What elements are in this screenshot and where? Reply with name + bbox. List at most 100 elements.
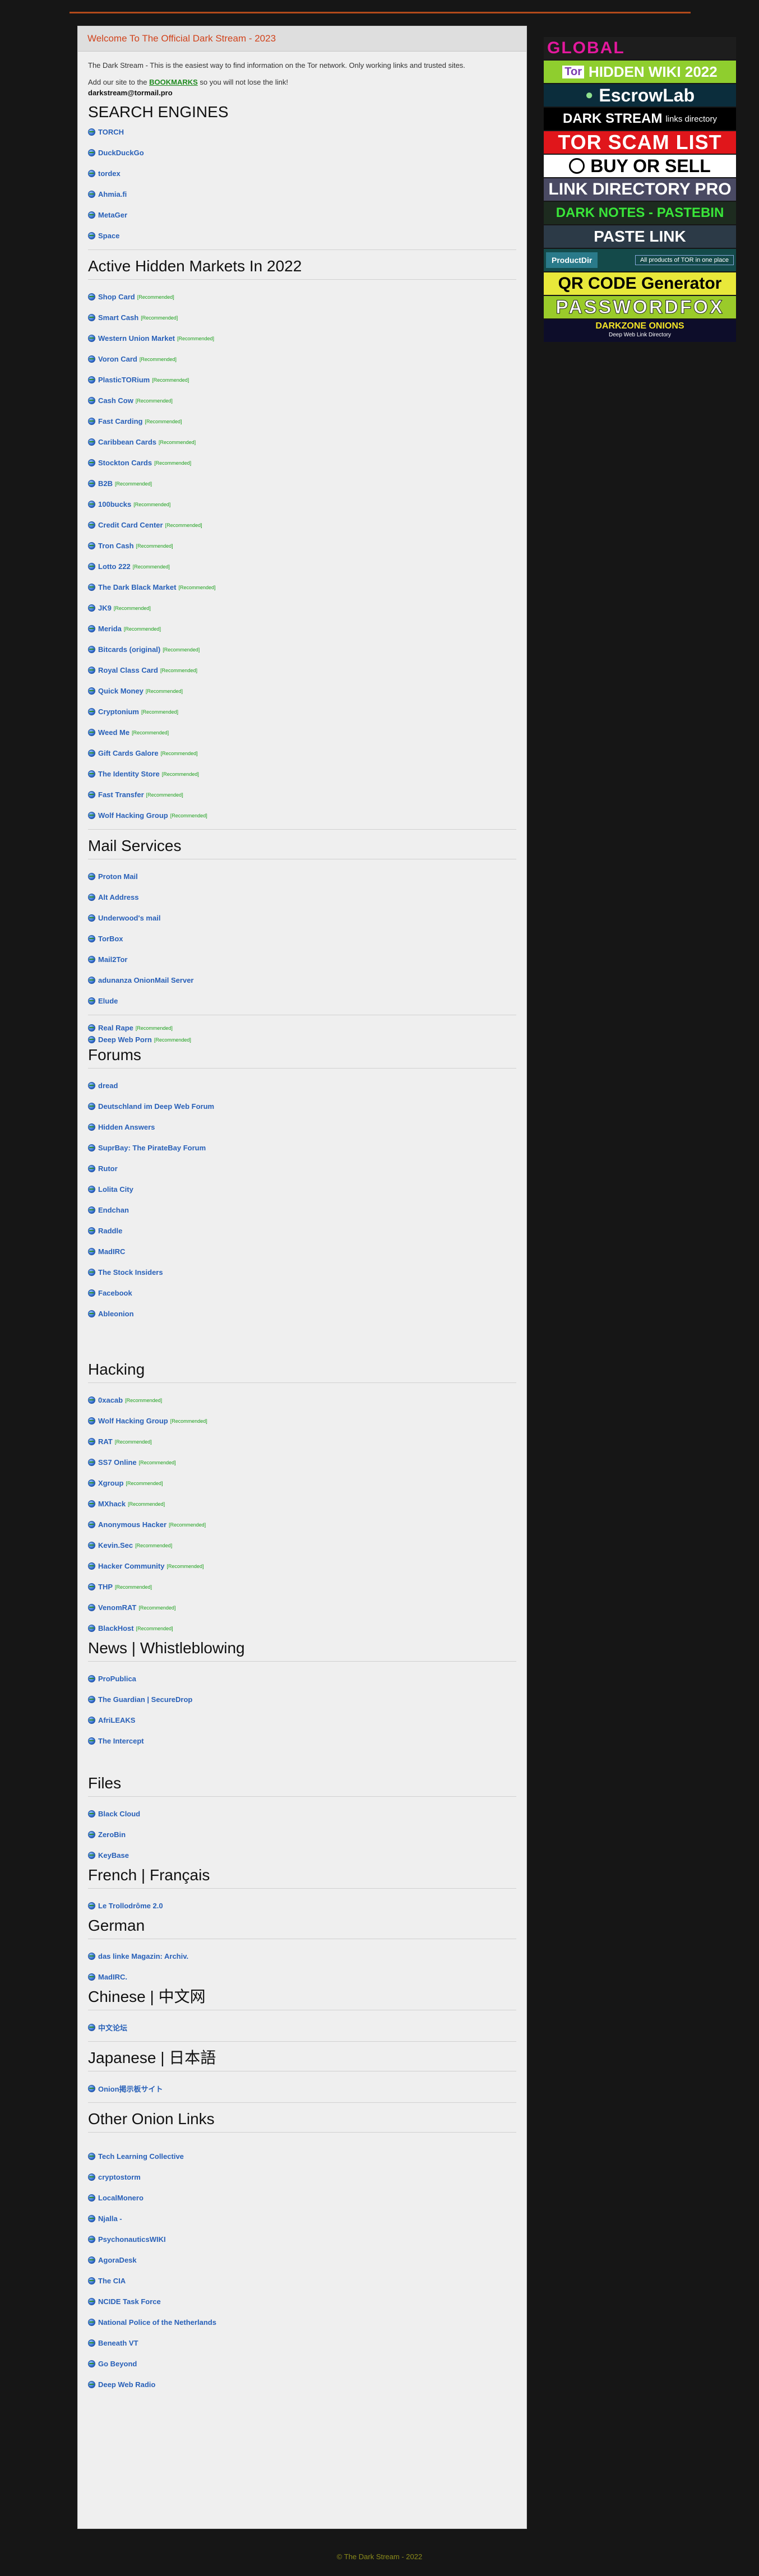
onion-link[interactable]: AfriLEAKS [98, 1716, 135, 1724]
onion-link[interactable]: The Intercept [98, 1737, 144, 1745]
banner-link-directory-pro[interactable]: LINK DIRECTORY PRO [544, 178, 736, 201]
banner-buy-or-sell[interactable]: BUY OR SELL [544, 155, 736, 177]
onion-link[interactable]: NCIDE Task Force [98, 2297, 161, 2306]
onion-link[interactable]: das linke Magazin: Archiv. [98, 1952, 188, 1960]
onion-link[interactable]: Lolita City [98, 1185, 133, 1194]
onion-link[interactable]: VenomRAT [98, 1603, 136, 1612]
onion-link[interactable]: Elude [98, 997, 118, 1005]
onion-link[interactable]: Hacker Community [98, 1562, 164, 1570]
onion-link[interactable]: ProPublica [98, 1675, 136, 1683]
onion-link[interactable]: National Police of the Netherlands [98, 2318, 216, 2327]
onion-link[interactable]: tordex [98, 169, 121, 178]
onion-link[interactable]: Le Trollodrôme 2.0 [98, 1902, 163, 1910]
onion-link[interactable]: RAT [98, 1437, 113, 1446]
onion-link[interactable]: ZeroBin [98, 1830, 126, 1839]
banner-productdir[interactable]: ProductDir All products of TOR in one pla… [544, 249, 736, 271]
onion-link[interactable]: Cryptonium [98, 707, 139, 716]
onion-link[interactable]: THP [98, 1583, 113, 1591]
onion-link[interactable]: Alt Address [98, 893, 138, 901]
onion-link[interactable]: Lotto 222 [98, 562, 131, 571]
onion-link[interactable]: The Guardian | SecureDrop [98, 1695, 192, 1704]
banner-tor-scam-list[interactable]: TOR SCAM LIST [544, 131, 736, 154]
onion-link[interactable]: MadIRC. [98, 1973, 127, 1981]
onion-link[interactable]: Xgroup [98, 1479, 124, 1487]
onion-link[interactable]: 100bucks [98, 500, 131, 508]
onion-link[interactable]: Royal Class Card [98, 666, 158, 674]
onion-link[interactable]: The Dark Black Market [98, 583, 176, 591]
onion-link[interactable]: Deutschland im Deep Web Forum [98, 1102, 214, 1111]
onion-link[interactable]: Quick Money [98, 687, 144, 695]
onion-link[interactable]: Wolf Hacking Group [98, 1417, 168, 1425]
onion-link[interactable]: cryptostorm [98, 2173, 141, 2181]
onion-link[interactable]: Stockton Cards [98, 459, 152, 467]
onion-link[interactable]: Shop Card [98, 293, 135, 301]
onion-link[interactable]: AgoraDesk [98, 2256, 137, 2264]
onion-link[interactable]: MadIRC [98, 1247, 125, 1256]
onion-link[interactable]: Go Beyond [98, 2360, 137, 2368]
onion-link[interactable]: Space [98, 232, 119, 240]
banner-passwordfox[interactable]: PASSWORDFOX [544, 296, 736, 318]
onion-link[interactable]: Kevin.Sec [98, 1541, 133, 1550]
onion-link[interactable]: Fast Carding [98, 417, 142, 426]
onion-link[interactable]: PsychonauticsWIKI [98, 2235, 166, 2244]
onion-link[interactable]: Fast Transfer [98, 790, 144, 799]
onion-link[interactable]: Ableonion [98, 1310, 134, 1318]
onion-link[interactable]: Real Rape [98, 1024, 133, 1032]
onion-link[interactable]: Anonymous Hacker [98, 1520, 166, 1529]
onion-link[interactable]: Raddle [98, 1227, 122, 1235]
onion-link[interactable]: dread [98, 1081, 118, 1090]
onion-link[interactable]: Wolf Hacking Group [98, 811, 168, 820]
bookmarks-link[interactable]: BOOKMARKS [149, 78, 198, 86]
onion-link[interactable]: JK9 [98, 604, 112, 612]
onion-link[interactable]: MXhack [98, 1500, 126, 1508]
onion-link[interactable]: The CIA [98, 2277, 126, 2285]
banner-escrowlab[interactable]: ● EscrowLab [544, 84, 736, 107]
onion-link[interactable]: 0xacab [98, 1396, 123, 1404]
onion-link[interactable]: Onion掲示板サイト [98, 2083, 163, 2094]
onion-link[interactable]: Voron Card [98, 355, 137, 363]
onion-link[interactable]: TORCH [98, 128, 124, 136]
onion-link[interactable]: Western Union Market [98, 334, 175, 343]
onion-link[interactable]: adunanza OnionMail Server [98, 976, 194, 984]
onion-link[interactable]: Caribbean Cards [98, 438, 156, 446]
banner-hidden-wiki[interactable]: Tor HIDDEN WIKI 2022 [544, 61, 736, 83]
banner-paste-link[interactable]: PASTE LINK [544, 225, 736, 248]
onion-link[interactable]: Merida [98, 625, 122, 633]
onion-link[interactable]: The Identity Store [98, 770, 160, 778]
onion-link[interactable]: Facebook [98, 1289, 132, 1297]
onion-link[interactable]: Cash Cow [98, 396, 133, 405]
onion-link[interactable]: Tech Learning Collective [98, 2152, 184, 2161]
onion-link[interactable]: Black Cloud [98, 1810, 140, 1818]
onion-link[interactable]: Endchan [98, 1206, 129, 1214]
banner-dark-notes[interactable]: DARK NOTES - PASTEBIN [544, 202, 736, 224]
banner-global[interactable]: GLOBAL [544, 37, 736, 59]
onion-link[interactable]: Weed Me [98, 728, 129, 737]
banner-darkzone-onions[interactable]: DARKZONE ONIONS Deep Web Link Directory [544, 320, 736, 342]
onion-link[interactable]: Bitcards (original) [98, 645, 160, 654]
onion-link[interactable]: Gift Cards Galore [98, 749, 159, 757]
onion-link[interactable]: MetaGer [98, 211, 127, 219]
onion-link[interactable]: DuckDuckGo [98, 149, 144, 157]
onion-link[interactable]: Underwood's mail [98, 914, 160, 922]
onion-link[interactable]: Njalla - [98, 2214, 122, 2223]
onion-link[interactable]: Tron Cash [98, 542, 134, 550]
onion-link[interactable]: SS7 Online [98, 1458, 137, 1467]
onion-link[interactable]: Ahmia.fi [98, 190, 127, 198]
onion-link[interactable]: KeyBase [98, 1851, 129, 1860]
onion-link[interactable]: Beneath VT [98, 2339, 138, 2347]
onion-link[interactable]: SuprBay: The PirateBay Forum [98, 1144, 206, 1152]
onion-link[interactable]: PlasticTORium [98, 376, 150, 384]
onion-link[interactable]: TorBox [98, 935, 123, 943]
onion-link[interactable]: Deep Web Porn [98, 1035, 152, 1044]
banner-qr-code-generator[interactable]: QR CODE Generator [544, 272, 736, 295]
onion-link[interactable]: The Stock Insiders [98, 1268, 163, 1277]
onion-link[interactable]: Rutor [98, 1164, 118, 1173]
onion-link[interactable]: Hidden Answers [98, 1123, 155, 1131]
banner-dark-stream[interactable]: DARK STREAM links directory [544, 108, 736, 130]
onion-link[interactable]: Proton Mail [98, 872, 138, 881]
onion-link[interactable]: Credit Card Center [98, 521, 163, 529]
onion-link[interactable]: 中文论坛 [98, 2022, 127, 2033]
onion-link[interactable]: Deep Web Radio [98, 2380, 155, 2389]
onion-link[interactable]: Smart Cash [98, 313, 138, 322]
onion-link[interactable]: B2B [98, 479, 113, 488]
